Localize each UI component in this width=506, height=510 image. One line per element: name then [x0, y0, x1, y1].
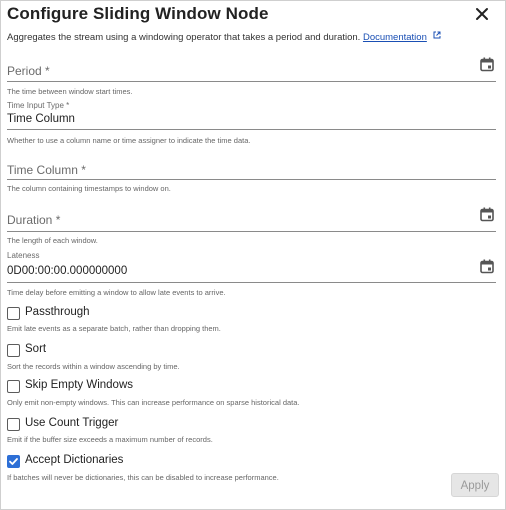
accept-dictionaries-hint: If batches will never be dictionaries, t… — [7, 473, 279, 482]
passthrough-hint: Emit late events as a separate batch, ra… — [7, 324, 221, 333]
sort-label[interactable]: Sort — [25, 343, 46, 355]
skip-empty-windows-label[interactable]: Skip Empty Windows — [25, 379, 133, 391]
duration-field[interactable]: Duration * — [7, 205, 496, 233]
passthrough-label[interactable]: Passthrough — [25, 306, 90, 318]
time-input-type-hint: Whether to use a column name or time ass… — [7, 136, 251, 145]
lateness-underline — [7, 282, 496, 283]
duration-placeholder: Duration * — [7, 213, 61, 227]
time-input-type-label: Time Input Type * — [7, 101, 70, 110]
close-icon[interactable] — [473, 5, 491, 23]
subtitle-text: Aggregates the stream using a windowing … — [7, 32, 361, 43]
passthrough-checkbox[interactable] — [7, 307, 20, 320]
documentation-link[interactable]: Documentation — [363, 32, 427, 43]
period-underline — [7, 81, 496, 82]
lateness-field[interactable]: Lateness 0D00:00:00.000000000 — [7, 251, 496, 285]
apply-button[interactable]: Apply — [451, 473, 499, 497]
time-column-placeholder: Time Column * — [7, 163, 86, 177]
duration-hint: The length of each window. — [7, 236, 98, 245]
configure-sliding-window-dialog: Configure Sliding Window Node Aggregates… — [0, 0, 506, 510]
checkmark-icon — [9, 458, 18, 465]
time-column-field[interactable]: Time Column * — [7, 155, 496, 181]
dialog-title: Configure Sliding Window Node — [7, 4, 269, 23]
lateness-value: 0D00:00:00.000000000 — [7, 265, 128, 277]
time-input-type-underline — [7, 129, 496, 130]
period-hint: The time between window start times. — [7, 87, 133, 96]
time-input-type-value: Time Column — [7, 113, 75, 125]
accept-dictionaries-label[interactable]: Accept Dictionaries — [25, 454, 123, 466]
lateness-label: Lateness — [7, 251, 40, 260]
time-column-hint: The column containing timestamps to wind… — [7, 184, 171, 193]
skip-empty-windows-hint: Only emit non-empty windows. This can in… — [7, 398, 300, 407]
lateness-hint: Time delay before emitting a window to a… — [7, 288, 226, 297]
external-link-icon[interactable] — [433, 31, 441, 39]
duration-underline — [7, 231, 496, 232]
time-input-type-select[interactable]: Time Input Type * Time Column — [7, 101, 496, 131]
sort-hint: Sort the records within a window ascendi… — [7, 362, 180, 371]
skip-empty-windows-checkbox[interactable] — [7, 380, 20, 393]
period-field[interactable]: Period * — [7, 57, 496, 83]
use-count-trigger-checkbox[interactable] — [7, 418, 20, 431]
time-column-underline — [7, 179, 496, 180]
calendar-icon[interactable] — [480, 259, 494, 274]
accept-dictionaries-checkbox[interactable] — [7, 455, 20, 468]
sort-checkbox[interactable] — [7, 344, 20, 357]
use-count-trigger-hint: Emit if the buffer size exceeds a maximu… — [7, 435, 213, 444]
dialog-subtitle: Aggregates the stream using a windowing … — [7, 31, 441, 43]
calendar-icon[interactable] — [480, 207, 494, 222]
calendar-icon[interactable] — [480, 57, 494, 72]
use-count-trigger-label[interactable]: Use Count Trigger — [25, 417, 118, 429]
period-placeholder: Period * — [7, 64, 50, 78]
